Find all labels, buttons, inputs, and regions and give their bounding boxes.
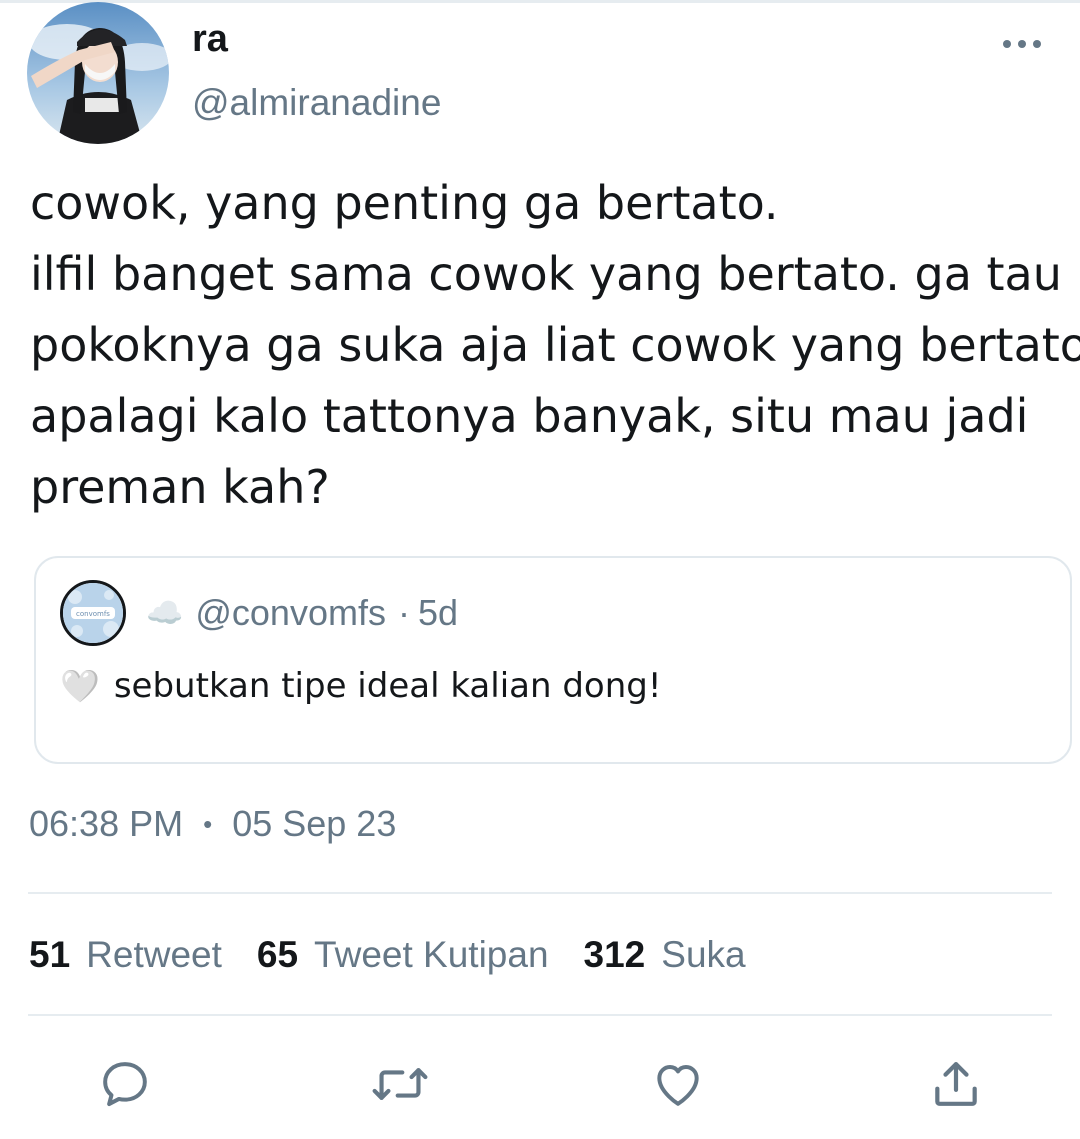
tweet-text-line: ilfil banget sama cowok yang bertato. ga… <box>30 247 1062 301</box>
tweet-date: 05 Sep 23 <box>232 803 397 844</box>
avatar-photo <box>27 2 169 144</box>
like-count: 312 <box>583 934 646 975</box>
tweet-text-line: cowok, yang penting ga bertato. <box>30 176 779 230</box>
reply-icon <box>103 1062 147 1107</box>
timestamp-separator: • <box>203 808 213 839</box>
tweet-text: cowok, yang penting ga bertato. ilfil ba… <box>30 168 1080 523</box>
tweet-time: 06:38 PM <box>29 803 184 844</box>
like-label: Suka <box>661 934 746 975</box>
more-options-button[interactable] <box>992 22 1052 66</box>
share-icon <box>935 1062 977 1106</box>
cloud-emoji: ☁️ <box>146 596 184 630</box>
quoted-tweet-body: 🤍 sebutkan tipe ideal kalian dong! <box>60 666 662 706</box>
tweet-stats: 51 Retweet 65 Tweet Kutipan 312 Suka <box>29 934 746 976</box>
top-border <box>0 0 1080 3</box>
tweet-text-line: pokoknya ga suka aja liat cowok yang ber… <box>30 318 1080 372</box>
like-count-link[interactable]: 312 Suka <box>584 934 746 976</box>
retweet-button[interactable] <box>368 1052 432 1116</box>
author-avatar[interactable] <box>27 2 169 144</box>
tweet-timestamp[interactable]: 06:38 PM • 05 Sep 23 <box>29 803 396 845</box>
author-handle[interactable]: @almiranadine <box>192 82 441 124</box>
quote-count: 65 <box>256 934 299 975</box>
quote-label: Tweet Kutipan <box>314 934 549 975</box>
quoted-tweet-meta: ☁️ @convomfs · 5d <box>146 592 458 634</box>
quoted-tweet-text: sebutkan tipe ideal kalian dong! <box>113 666 662 706</box>
quoted-author-avatar[interactable]: convomfs <box>60 580 126 646</box>
avatar-logo: convomfs <box>63 583 123 643</box>
svg-text:convomfs: convomfs <box>76 610 110 618</box>
reply-button[interactable] <box>93 1052 157 1116</box>
quoted-tweet-age: 5d <box>417 592 459 633</box>
like-button[interactable] <box>646 1052 710 1116</box>
divider <box>28 1014 1052 1016</box>
divider <box>28 892 1052 894</box>
heart-icon <box>657 1064 699 1106</box>
author-display-name[interactable]: ra <box>192 18 228 61</box>
retweet-count: 51 <box>29 934 71 975</box>
retweet-count-link[interactable]: 51 Retweet <box>29 934 222 976</box>
meta-separator: · <box>397 592 410 633</box>
share-button[interactable] <box>924 1052 988 1116</box>
retweet-icon <box>372 1068 428 1100</box>
tweet-text-line: apalagi kalo tattonya banyak, situ mau j… <box>30 389 1029 443</box>
tweet-text-line: preman kah? <box>30 460 330 514</box>
more-horizontal-icon <box>1003 40 1041 48</box>
quoted-tweet-card[interactable]: convomfs ☁️ @convomfs · 5d 🤍 sebutkan ti… <box>34 556 1072 764</box>
retweet-label: Retweet <box>86 934 222 975</box>
white-heart-emoji: 🤍 <box>60 667 100 705</box>
quoted-author-handle[interactable]: @convomfs <box>195 592 386 634</box>
quote-count-link[interactable]: 65 Tweet Kutipan <box>257 934 549 976</box>
